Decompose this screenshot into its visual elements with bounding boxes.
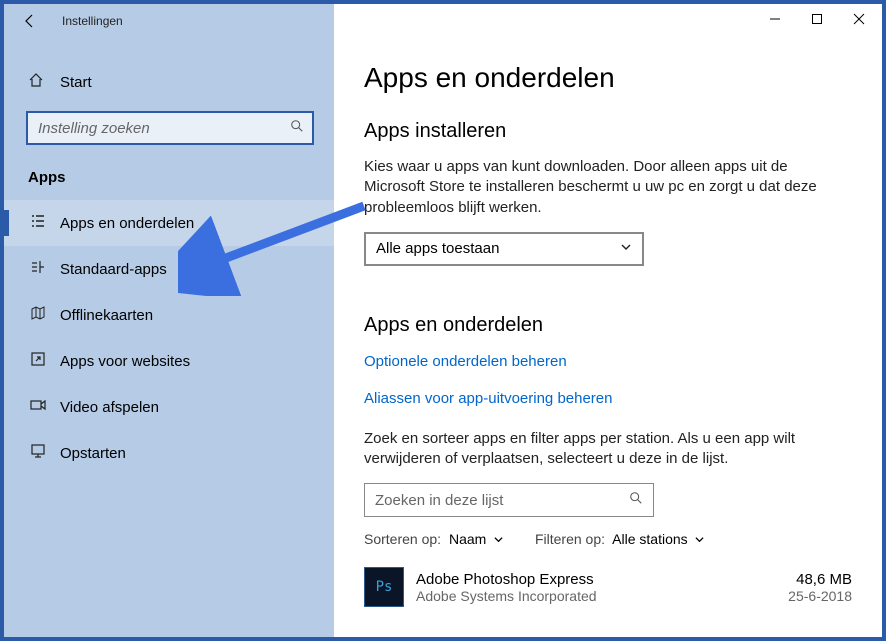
app-info: Adobe Photoshop Express Adobe Systems In… [416,571,788,604]
page-title: Apps en onderdelen [364,62,852,94]
home-label: Start [60,74,92,91]
app-row[interactable]: Ps Adobe Photoshop Express Adobe Systems… [364,567,852,607]
back-button[interactable] [16,7,44,35]
chevron-down-icon [620,241,632,256]
sidebar-item-offline-maps[interactable]: Offlinekaarten [4,292,334,338]
app-icon: Ps [364,567,404,607]
sidebar-item-label: Standaard-apps [60,261,167,278]
main-content: Apps en onderdelen Apps installeren Kies… [334,4,882,637]
app-list-search[interactable]: Zoeken in deze lijst [364,483,654,517]
sidebar-item-apps-features[interactable]: Apps en onderdelen [4,200,334,246]
search-wrap [26,111,314,145]
titlebar: Instellingen [4,4,334,34]
list-icon [28,213,48,233]
sort-dropdown[interactable]: Naam [449,531,503,547]
video-icon [28,397,48,417]
app-size: 48,6 MB [788,571,852,588]
manage-aliases-link[interactable]: Aliassen voor app-uitvoering beheren [364,390,852,407]
search-input[interactable] [26,111,314,145]
sidebar-item-apps-websites[interactable]: Apps voor websites [4,338,334,384]
minimize-button[interactable] [754,6,796,32]
manage-optional-link[interactable]: Optionele onderdelen beheren [364,353,852,370]
filter-dropdown[interactable]: Alle stations [612,531,704,547]
sidebar: Instellingen Start Apps Apps en onderdel… [4,4,334,637]
sidebar-section-header: Apps [4,165,334,200]
install-heading: Apps installeren [364,120,852,143]
sidebar-item-video-playback[interactable]: Video afspelen [4,384,334,430]
sort-filter-row: Sorteren op: Naam Filteren op: Alle stat… [364,531,852,547]
sort-label: Sorteren op: [364,531,441,547]
window-title: Instellingen [62,14,123,28]
features-description: Zoek en sorteer apps en filter apps per … [364,429,852,470]
map-icon [28,305,48,325]
app-name: Adobe Photoshop Express [416,571,788,588]
app-publisher: Adobe Systems Incorporated [416,588,788,604]
filter-placeholder: Zoeken in deze lijst [375,492,503,509]
close-button[interactable] [838,6,880,32]
search-icon [290,119,304,136]
filter-label: Filteren op: [535,531,605,547]
home-icon [28,72,48,93]
maximize-button[interactable] [796,6,838,32]
sidebar-item-label: Apps voor websites [60,353,190,370]
install-description: Kies waar u apps van kunt downloaden. Do… [364,157,852,218]
defaults-icon [28,259,48,279]
sidebar-item-label: Opstarten [60,445,126,462]
sidebar-item-label: Apps en onderdelen [60,215,194,232]
open-in-icon [28,351,48,371]
sidebar-item-startup[interactable]: Opstarten [4,430,334,476]
install-source-select[interactable]: Alle apps toestaan [364,232,644,266]
features-heading: Apps en onderdelen [364,314,852,337]
home-button[interactable]: Start [4,60,334,111]
startup-icon [28,443,48,463]
select-value: Alle apps toestaan [376,240,499,257]
search-icon [629,491,643,509]
sidebar-item-default-apps[interactable]: Standaard-apps [4,246,334,292]
window-controls [754,6,880,32]
sidebar-item-label: Offlinekaarten [60,307,153,324]
sidebar-item-label: Video afspelen [60,399,159,416]
app-date: 25-6-2018 [788,588,852,604]
app-meta: 48,6 MB 25-6-2018 [788,571,852,604]
